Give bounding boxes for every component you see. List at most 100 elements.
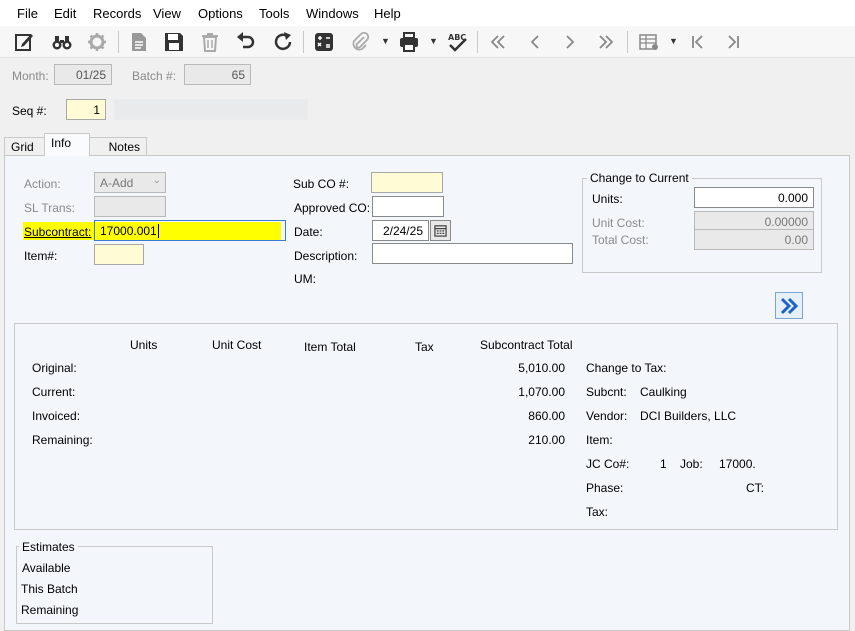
description-label: Description:	[294, 249, 358, 263]
col-unit-cost: Unit Cost	[212, 338, 262, 352]
undo-button[interactable]	[233, 29, 259, 55]
edit-record-button[interactable]	[11, 29, 37, 55]
um-label: UM:	[294, 272, 316, 286]
seq-label: Seq #:	[12, 104, 47, 118]
total-cost-field[interactable]: 0.00	[694, 229, 814, 250]
job-label: Job:	[680, 457, 703, 471]
subcontract-value: 17000.001	[100, 224, 157, 238]
last-page-button[interactable]	[720, 29, 746, 55]
trash-icon	[202, 33, 218, 52]
previous-record-button[interactable]	[522, 29, 548, 55]
next-record-button[interactable]	[557, 29, 583, 55]
seq-field[interactable]: 1	[66, 99, 106, 120]
job-value: 17000.	[719, 457, 756, 471]
estimates-title: Estimates	[19, 540, 78, 554]
refresh-button[interactable]	[270, 29, 296, 55]
expand-button[interactable]	[775, 292, 803, 319]
double-chevron-left-icon	[490, 35, 505, 49]
menu-help[interactable]: Help	[374, 6, 401, 21]
refresh-icon	[274, 32, 292, 51]
calculator-button[interactable]	[311, 29, 337, 55]
units-field[interactable]: 0.000	[694, 187, 814, 208]
row-current-label: Current:	[32, 385, 76, 399]
sub-co-field[interactable]	[371, 172, 443, 193]
col-tax: Tax	[415, 340, 434, 354]
estimates-available: Available	[22, 561, 71, 575]
first-record-button[interactable]	[485, 29, 511, 55]
menu-options[interactable]: Options	[198, 6, 243, 21]
ct-label: CT:	[746, 481, 764, 495]
item-summary-label: Item:	[586, 433, 613, 447]
row-remaining-label: Remaining:	[32, 433, 93, 447]
settings-button[interactable]	[84, 29, 110, 55]
row-current-total: 1,070.00	[518, 385, 565, 399]
subcontract-label: Subcontract:	[24, 225, 92, 239]
approved-co-field[interactable]	[372, 196, 444, 217]
delete-button[interactable]	[197, 29, 223, 55]
subcnt-label: Subcnt:	[586, 385, 627, 399]
double-chevron-right-icon	[599, 35, 614, 49]
col-units: Units	[130, 338, 158, 352]
chevron-down-icon[interactable]: ▼	[429, 36, 438, 46]
tab-info[interactable]: Info	[44, 133, 90, 156]
undo-icon	[237, 32, 255, 49]
row-remaining-total: 210.00	[528, 433, 565, 447]
date-field[interactable]: 2/24/25	[372, 220, 429, 241]
month-field[interactable]: 01/25	[54, 64, 112, 85]
first-page-button[interactable]	[685, 29, 711, 55]
units-label: Units:	[592, 192, 623, 206]
tab-notes[interactable]: Notes	[89, 137, 147, 155]
month-label: Month:	[12, 69, 49, 83]
date-picker-button[interactable]	[430, 220, 451, 241]
menu-edit[interactable]: Edit	[54, 6, 76, 21]
subcontract-input[interactable]: 17000.001	[94, 220, 286, 241]
approved-co-label: Approved CO:	[294, 201, 371, 215]
attach-button[interactable]	[347, 29, 373, 55]
calendar-icon	[434, 225, 447, 237]
menu-bar: File Edit Records View Options Tools Win…	[0, 0, 855, 26]
chevron-left-icon	[530, 35, 539, 49]
description-field[interactable]	[372, 243, 573, 264]
tab-grid[interactable]: Grid	[4, 137, 46, 155]
find-button[interactable]	[49, 29, 75, 55]
change-to-tax-label: Change to Tax:	[586, 361, 667, 375]
batch-label: Batch #:	[132, 69, 177, 83]
new-document-button[interactable]	[126, 29, 152, 55]
item-field[interactable]	[94, 244, 144, 265]
grid-settings-button[interactable]	[636, 29, 662, 55]
menu-file[interactable]: File	[17, 6, 38, 21]
chevron-down-icon[interactable]: ▼	[381, 36, 390, 46]
last-record-button[interactable]	[593, 29, 619, 55]
phase-label: Phase:	[586, 481, 624, 495]
jc-co-value: 1	[660, 457, 667, 471]
save-button[interactable]	[161, 29, 187, 55]
estimates-this-batch: This Batch	[21, 582, 78, 596]
toolbar: ▼ ▼ ABC ▼	[0, 26, 855, 58]
menu-view[interactable]: View	[153, 6, 181, 21]
total-cost-label: Total Cost:	[592, 233, 649, 247]
subcnt-value: Caulking	[640, 385, 687, 399]
action-select[interactable]: A-Add ⌄	[94, 172, 166, 193]
menu-windows[interactable]: Windows	[306, 6, 359, 21]
col-subcontract-total: Subcontract Total	[480, 338, 573, 352]
sl-trans-field[interactable]	[94, 196, 166, 217]
spell-check-button[interactable]: ABC	[444, 29, 470, 55]
spell-check-icon: ABC	[448, 33, 467, 52]
print-button[interactable]	[396, 29, 422, 55]
table-settings-icon	[639, 34, 658, 50]
menu-records[interactable]: Records	[93, 6, 141, 21]
toolbar-separator	[118, 31, 119, 53]
edit-icon	[15, 34, 33, 51]
menu-tools[interactable]: Tools	[259, 6, 289, 21]
col-item-total: Item Total	[304, 340, 356, 354]
action-value: A-Add	[100, 176, 134, 190]
chevron-right-icon	[566, 35, 575, 49]
toolbar-separator	[477, 31, 478, 53]
batch-field[interactable]: 65	[184, 64, 251, 85]
unit-cost-label: Unit Cost:	[592, 216, 645, 230]
row-original-total: 5,010.00	[518, 361, 565, 375]
chevron-down-icon[interactable]: ▼	[669, 36, 678, 46]
summary-group	[14, 323, 838, 530]
skip-last-icon	[728, 35, 739, 49]
vendor-value: DCI Builders, LLC	[640, 409, 737, 423]
